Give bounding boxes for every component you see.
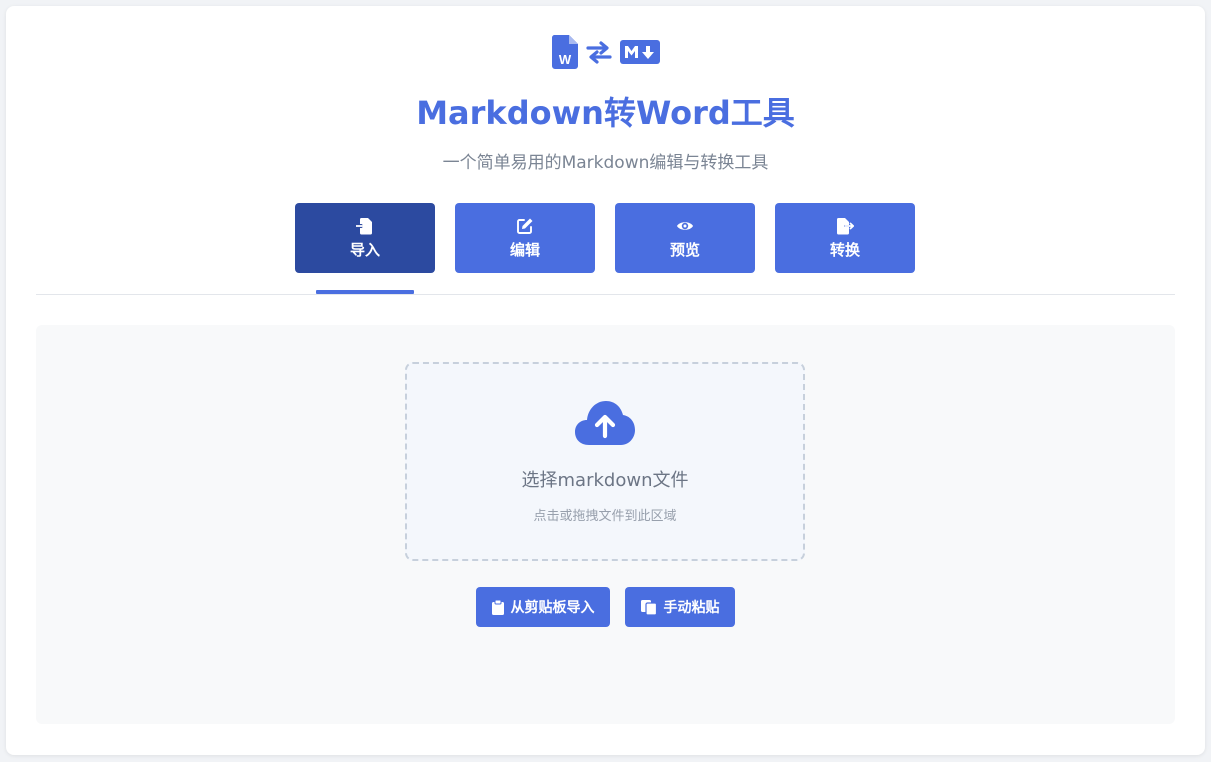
import-from-clipboard-button[interactable]: 从剪贴板导入	[476, 587, 610, 627]
paste-icon	[640, 599, 657, 615]
tab-edit-label: 编辑	[509, 240, 540, 259]
tab-convert-label: 转换	[829, 240, 860, 259]
import-from-clipboard-label: 从剪贴板导入	[510, 600, 595, 616]
swap-arrows-icon	[585, 41, 612, 64]
file-import-icon	[356, 217, 372, 234]
file-dropzone[interactable]	[405, 362, 805, 561]
tab-import[interactable]: 导入	[295, 203, 435, 273]
tab-bar: 导入 编辑 预览 转换	[295, 203, 915, 273]
app-logo: W	[0, 34, 1211, 70]
manual-paste-button[interactable]: 手动粘贴	[625, 587, 735, 627]
cloud-upload-icon	[575, 401, 635, 445]
tab-preview[interactable]: 预览	[615, 203, 755, 273]
tab-convert[interactable]: 转换	[775, 203, 915, 273]
tab-edit[interactable]: 编辑	[455, 203, 595, 273]
tab-divider	[36, 294, 1175, 295]
svg-text:W: W	[558, 52, 571, 67]
file-export-icon	[837, 217, 854, 234]
dropzone-title: 选择markdown文件	[521, 470, 689, 491]
manual-paste-label: 手动粘贴	[663, 600, 720, 616]
edit-icon	[517, 218, 533, 234]
page-title: Markdown转Word工具	[416, 94, 795, 132]
page-subtitle: 一个简单易用的Markdown编辑与转换工具	[442, 153, 769, 173]
tab-import-label: 导入	[349, 240, 380, 259]
tab-preview-label: 预览	[669, 240, 700, 259]
eye-icon	[677, 221, 693, 230]
dropzone-hint: 点击或拖拽文件到此区域	[533, 509, 677, 524]
clipboard-icon	[491, 599, 504, 615]
markdown-icon	[619, 40, 660, 64]
word-file-icon: W	[551, 35, 578, 69]
